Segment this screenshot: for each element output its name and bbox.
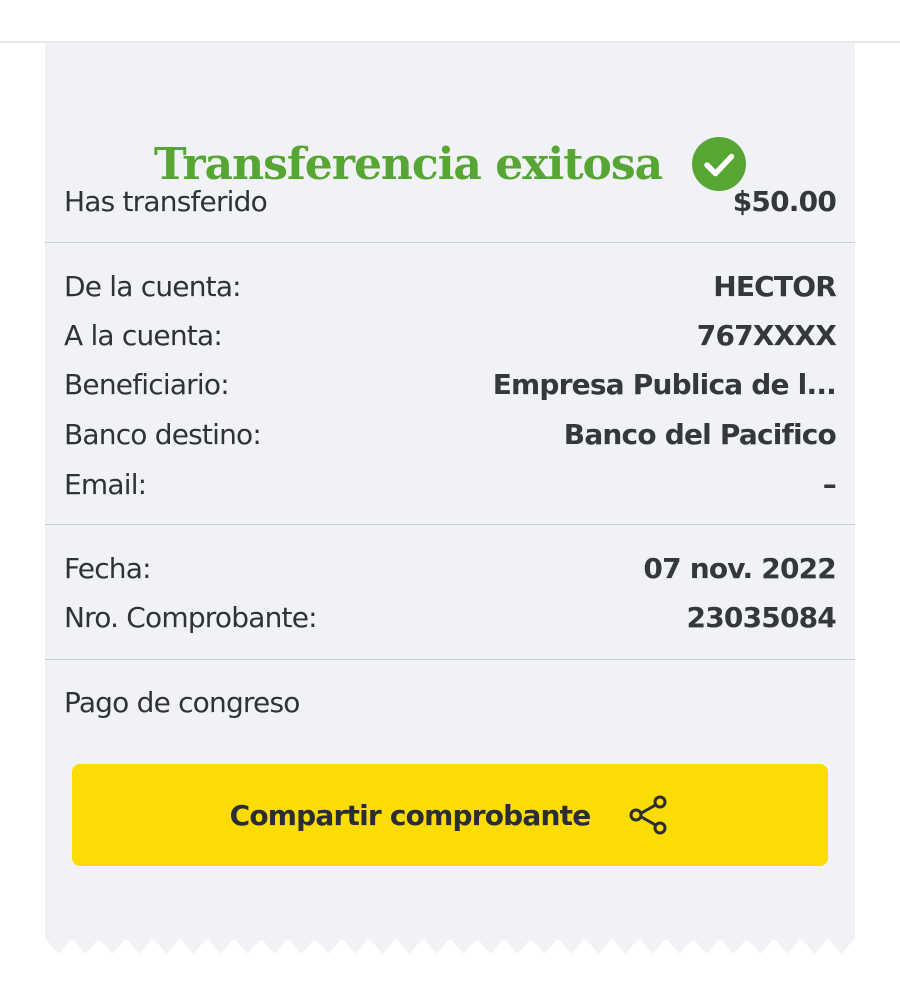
detail-value: Banco del Pacifico bbox=[563, 417, 837, 451]
detail-value: HECTOR bbox=[713, 269, 837, 303]
detail-label: Fecha: bbox=[64, 551, 152, 585]
share-button-label: Compartir comprobante bbox=[229, 798, 592, 832]
amount-label: Has transferido bbox=[64, 184, 268, 218]
detail-row-to-account: A la cuenta: 767XXXX bbox=[64, 315, 837, 355]
detail-row-beneficiary: Beneficiario: Empresa Publica de l... bbox=[64, 364, 837, 404]
detail-label: Nro. Comprobante: bbox=[64, 600, 318, 634]
detail-row-email: Email: – bbox=[64, 464, 837, 504]
detail-row-destination-bank: Banco destino: Banco del Pacifico bbox=[64, 414, 837, 454]
detail-value: 767XXXX bbox=[696, 318, 837, 352]
receipt-torn-edge bbox=[45, 938, 855, 954]
detail-label: Email: bbox=[64, 467, 147, 501]
share-receipt-button[interactable]: Compartir comprobante bbox=[72, 764, 828, 866]
detail-value: 07 nov. 2022 bbox=[643, 551, 836, 585]
transfer-description: Pago de congreso bbox=[64, 686, 300, 719]
detail-label: Beneficiario: bbox=[64, 367, 230, 401]
detail-row-receipt-number: Nro. Comprobante: 23035084 bbox=[64, 597, 837, 637]
detail-row-date: Fecha: 07 nov. 2022 bbox=[64, 548, 837, 588]
detail-label: De la cuenta: bbox=[64, 269, 242, 303]
section-divider bbox=[45, 659, 855, 660]
amount-value: $50.00 bbox=[732, 184, 837, 218]
detail-value: – bbox=[822, 467, 837, 501]
transfer-receipt: Transferencia exitosa Has transferido $5… bbox=[45, 43, 855, 940]
section-divider bbox=[45, 242, 855, 243]
amount-row: Has transferido $50.00 bbox=[64, 181, 837, 221]
share-icon bbox=[626, 793, 670, 837]
section-divider bbox=[45, 524, 855, 525]
detail-value: 23035084 bbox=[686, 600, 837, 634]
detail-value: Empresa Publica de l... bbox=[492, 367, 837, 401]
detail-label: Banco destino: bbox=[64, 417, 262, 451]
detail-label: A la cuenta: bbox=[64, 318, 223, 352]
detail-row-from-account: De la cuenta: HECTOR bbox=[64, 266, 837, 306]
